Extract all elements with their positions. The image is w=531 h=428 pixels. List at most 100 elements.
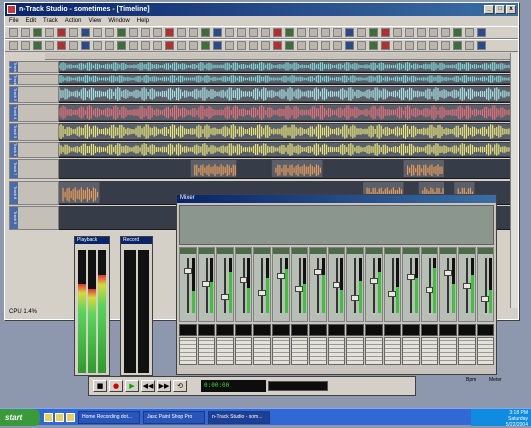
- track-header[interactable]: Track 3: [9, 86, 59, 103]
- mixer-channel-strip[interactable]: [309, 247, 327, 322]
- mixer-channel-strip[interactable]: [439, 247, 457, 322]
- channel-eq-panel[interactable]: [346, 337, 364, 365]
- quicklaunch-icon[interactable]: [44, 412, 53, 422]
- channel-label-bar[interactable]: [217, 248, 233, 254]
- toolbar-button[interactable]: [165, 28, 174, 37]
- toolbar-button[interactable]: [297, 28, 306, 37]
- toolbar-button[interactable]: [57, 28, 66, 37]
- menu-action[interactable]: Action: [65, 18, 82, 24]
- toolbar-button[interactable]: [9, 28, 18, 37]
- track-row[interactable]: Track 3: [9, 86, 515, 103]
- taskbar-item-n-track-studio[interactable]: n-Track Studio - som...: [208, 410, 270, 424]
- toolbar-button[interactable]: [165, 41, 174, 50]
- toolbar-button[interactable]: [69, 41, 78, 50]
- fader-knob[interactable]: [425, 287, 434, 293]
- channel-eq-panel[interactable]: [402, 337, 420, 365]
- menu-edit[interactable]: Edit: [26, 18, 36, 24]
- channel-label-bar[interactable]: [328, 248, 345, 254]
- toolbar-button[interactable]: [81, 28, 90, 37]
- mixer-channel-strip[interactable]: [402, 247, 420, 322]
- track-header[interactable]: Track 5: [9, 123, 59, 141]
- channel-label-bar[interactable]: [272, 248, 289, 254]
- mixer-channel-strip[interactable]: [216, 247, 234, 322]
- mixer-master-section[interactable]: [179, 205, 494, 245]
- track-header[interactable]: Track 6: [9, 142, 59, 158]
- toolbar-button[interactable]: [477, 41, 486, 50]
- toolbar-button[interactable]: [213, 28, 222, 37]
- toolbar-button[interactable]: [297, 41, 306, 50]
- toolbar-button[interactable]: [237, 28, 246, 37]
- toolbar-button[interactable]: [201, 41, 210, 50]
- toolbar-button[interactable]: [81, 41, 90, 50]
- mixer-channel-strip[interactable]: [476, 247, 495, 322]
- track-row[interactable]: Track 6: [9, 142, 515, 158]
- toolbar-button[interactable]: [45, 41, 54, 50]
- track-header[interactable]: Track 7: [9, 159, 59, 179]
- channel-label-bar[interactable]: [254, 248, 270, 254]
- toolbar-button[interactable]: [321, 28, 330, 37]
- track-row[interactable]: Track 1: [8, 61, 515, 73]
- fader-knob[interactable]: [369, 278, 378, 284]
- toolbar-button[interactable]: [213, 41, 222, 50]
- toolbar-button[interactable]: [453, 41, 462, 50]
- menu-window[interactable]: Window: [108, 18, 129, 24]
- timeline-ruler[interactable]: [45, 53, 515, 60]
- toolbar-button[interactable]: [273, 28, 282, 37]
- channel-eq-panel[interactable]: [179, 337, 197, 365]
- loop-button[interactable]: ⟲: [173, 380, 187, 392]
- toolbar-button[interactable]: [21, 28, 30, 37]
- mixer-channel-strip[interactable]: [234, 247, 253, 322]
- toolbar-button[interactable]: [453, 28, 462, 37]
- channel-eq-panel[interactable]: [327, 337, 346, 365]
- channel-label-bar[interactable]: [421, 248, 438, 254]
- channel-label-bar[interactable]: [384, 248, 401, 254]
- toolbar-button[interactable]: [153, 41, 162, 50]
- channel-label-bar[interactable]: [235, 248, 252, 254]
- channel-label-bar[interactable]: [458, 248, 475, 254]
- toolbar-button[interactable]: [177, 28, 186, 37]
- toolbar-button[interactable]: [357, 41, 366, 50]
- toolbar-button[interactable]: [417, 28, 426, 37]
- menu-file[interactable]: File: [9, 18, 19, 24]
- channel-label-bar[interactable]: [180, 248, 196, 254]
- toolbar-button[interactable]: [129, 28, 138, 37]
- toolbar-button[interactable]: [381, 41, 390, 50]
- fast-forward-button[interactable]: ▶▶: [157, 380, 171, 392]
- maximize-button[interactable]: □: [495, 5, 505, 14]
- channel-eq-panel[interactable]: [420, 337, 439, 365]
- toolbar-button[interactable]: [309, 28, 318, 37]
- channel-eq-panel[interactable]: [290, 337, 309, 365]
- toolbar-button[interactable]: [465, 41, 474, 50]
- rewind-button[interactable]: ◀◀: [141, 380, 155, 392]
- toolbar-button[interactable]: [345, 41, 354, 50]
- toolbar-button[interactable]: [393, 28, 402, 37]
- channel-label-bar[interactable]: [365, 248, 382, 254]
- quicklaunch-icon[interactable]: [66, 412, 75, 422]
- toolbar-button[interactable]: [69, 28, 78, 37]
- toolbar-button[interactable]: [261, 41, 270, 50]
- toolbar-button[interactable]: [153, 28, 162, 37]
- track-header[interactable]: Track 2: [8, 74, 59, 85]
- close-button[interactable]: x: [506, 5, 516, 14]
- channel-eq-panel[interactable]: [309, 337, 327, 365]
- channel-label-bar[interactable]: [403, 248, 419, 254]
- toolbar-button[interactable]: [177, 41, 186, 50]
- toolbar-button[interactable]: [285, 41, 294, 50]
- channel-eq-panel[interactable]: [234, 337, 253, 365]
- toolbar-button[interactable]: [381, 28, 390, 37]
- mixer-channel-strip[interactable]: [179, 247, 197, 322]
- toolbar-button[interactable]: [321, 41, 330, 50]
- fader-knob[interactable]: [183, 268, 192, 274]
- mixer-channel-strip[interactable]: [290, 247, 309, 322]
- track-lane[interactable]: [59, 61, 515, 73]
- channel-eq-panel[interactable]: [216, 337, 234, 365]
- quicklaunch-icon[interactable]: [55, 412, 64, 422]
- title-bar[interactable]: n-Track Studio - sometimes - [Timeline] …: [5, 3, 518, 16]
- track-row[interactable]: Track 4: [9, 104, 515, 122]
- toolbar-button[interactable]: [33, 41, 42, 50]
- fader-knob[interactable]: [481, 296, 490, 302]
- mixer-channel-strip[interactable]: [197, 247, 216, 322]
- mixer-channel-strip[interactable]: [327, 247, 346, 322]
- mixer-channel-strip[interactable]: [420, 247, 439, 322]
- channel-eq-panel[interactable]: [476, 337, 495, 365]
